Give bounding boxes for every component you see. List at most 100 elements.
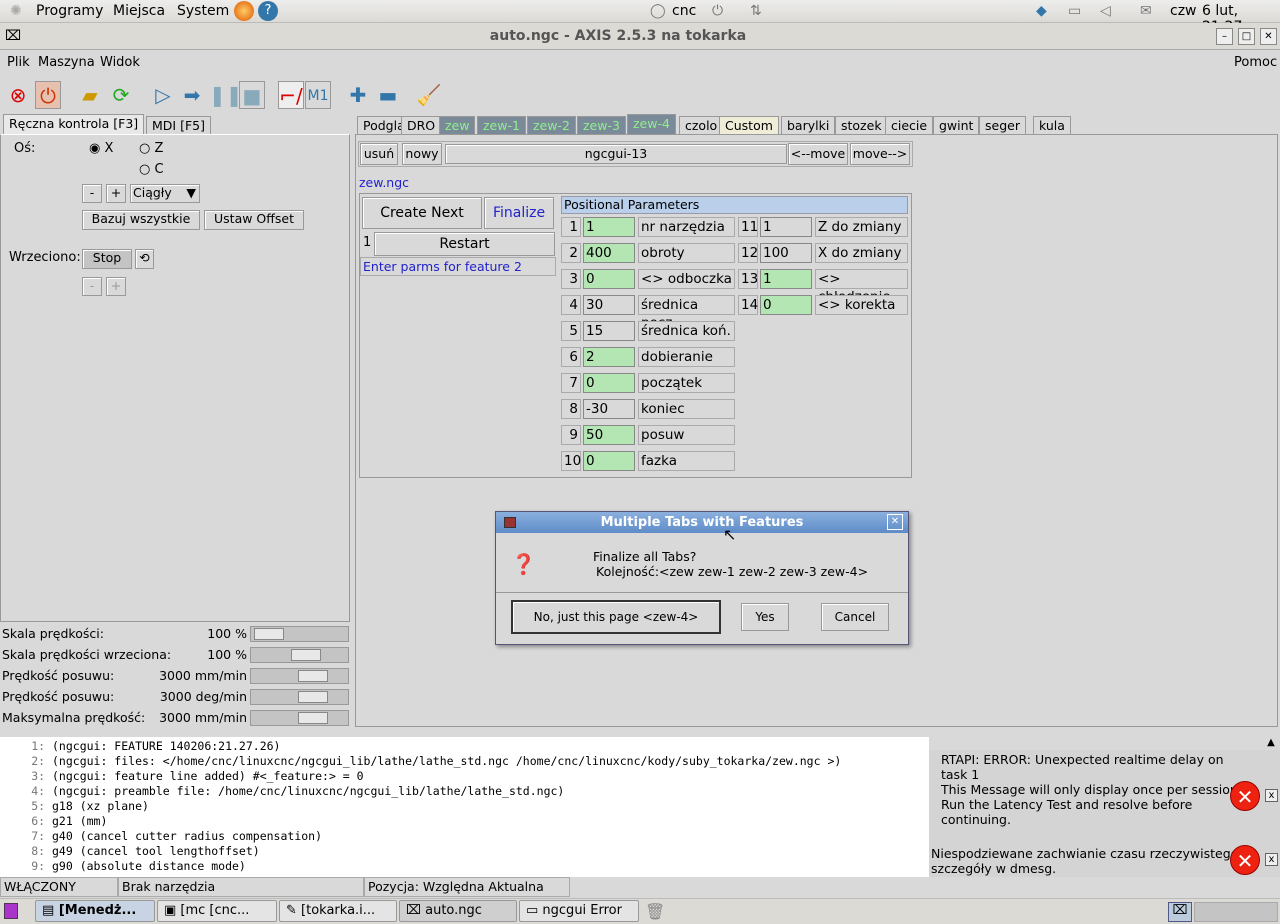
- restart-button[interactable]: Restart: [374, 232, 555, 256]
- show-desktop-icon[interactable]: [4, 903, 18, 919]
- error-dismiss-button[interactable]: x: [1265, 789, 1278, 802]
- menu-maszyna[interactable]: Maszyna: [38, 55, 95, 70]
- spindle-plus-button[interactable]: +: [106, 277, 126, 296]
- create-next-button[interactable]: Create Next: [362, 197, 482, 229]
- power-icon[interactable]: ⏻: [35, 81, 61, 109]
- network-icon[interactable]: ⇅: [750, 3, 762, 19]
- block-delete-icon[interactable]: ⌐/: [278, 81, 304, 109]
- axis-x-radio[interactable]: ◉ X: [89, 141, 113, 156]
- menu-pomoc[interactable]: Pomoc: [1234, 55, 1277, 70]
- override-slider[interactable]: [250, 626, 349, 642]
- help-icon[interactable]: ?: [258, 1, 278, 21]
- yes-button[interactable]: Yes: [741, 603, 789, 631]
- update-icon[interactable]: ◆: [1036, 3, 1047, 19]
- param-value-input[interactable]: 50: [583, 425, 635, 445]
- menu-widok[interactable]: Widok: [100, 55, 140, 70]
- param-value-input[interactable]: -30: [583, 399, 635, 419]
- slider-handle[interactable]: [291, 649, 322, 661]
- dialog-close-button[interactable]: ✕: [887, 514, 903, 530]
- home-all-button[interactable]: Bazuj wszystkie: [82, 210, 200, 230]
- reload-icon[interactable]: ⟳: [108, 81, 134, 109]
- jog-minus-button[interactable]: -: [82, 184, 102, 203]
- finalize-button[interactable]: Finalize: [484, 197, 554, 229]
- axis-z-radio[interactable]: ○ Z: [139, 141, 163, 156]
- display-icon[interactable]: ▭: [1068, 3, 1081, 19]
- tab-kula[interactable]: kula: [1033, 116, 1071, 134]
- feature-name-field[interactable]: ngcgui-13: [445, 144, 787, 164]
- tab-zew-4[interactable]: zew-4: [627, 114, 676, 135]
- slider-handle[interactable]: [297, 691, 328, 703]
- pause-icon[interactable]: ❚❚: [209, 81, 243, 109]
- zoom-in-icon[interactable]: ✚: [345, 81, 371, 109]
- override-slider[interactable]: [250, 689, 349, 705]
- run-icon[interactable]: ▷: [150, 81, 176, 109]
- override-slider[interactable]: [250, 710, 349, 726]
- spindle-stop-button[interactable]: Stop: [82, 249, 132, 269]
- move-right-button[interactable]: move-->: [850, 143, 910, 165]
- tab-zew-1[interactable]: zew-1: [477, 116, 526, 134]
- tab-stozek[interactable]: stozek: [835, 116, 888, 134]
- menu-plik[interactable]: Plik: [7, 55, 30, 70]
- workspace-switcher[interactable]: [1194, 902, 1278, 922]
- tab-ciecie[interactable]: ciecie: [885, 116, 934, 134]
- param-value-input[interactable]: 30: [583, 295, 635, 315]
- param-value-input[interactable]: 1: [583, 217, 635, 237]
- tab-czolo[interactable]: czolo: [679, 116, 724, 134]
- task-terminal[interactable]: ▣ [mc [cnc...: [157, 900, 277, 922]
- param-value-input[interactable]: 1: [760, 217, 812, 237]
- tab-zew[interactable]: zew: [439, 116, 476, 134]
- override-slider[interactable]: [250, 647, 349, 663]
- optional-stop-icon[interactable]: M1: [305, 81, 331, 109]
- workspace-1[interactable]: ⌧: [1168, 902, 1192, 922]
- step-icon[interactable]: ➡: [179, 81, 205, 109]
- menu-programy[interactable]: Programy: [36, 3, 103, 19]
- param-value-input[interactable]: 15: [583, 321, 635, 341]
- mail-icon[interactable]: ✉: [1140, 3, 1152, 19]
- param-value-input[interactable]: 0: [583, 451, 635, 471]
- clear-icon[interactable]: 🧹: [416, 81, 442, 109]
- tab-zew-3[interactable]: zew-3: [577, 116, 626, 134]
- move-left-button[interactable]: <--move: [788, 143, 848, 165]
- cancel-button[interactable]: Cancel: [821, 603, 889, 631]
- jog-plus-button[interactable]: +: [106, 184, 126, 203]
- task-editor[interactable]: ✎ [tokarka.i...: [279, 900, 397, 922]
- trash-icon[interactable]: 🗑: [645, 902, 665, 921]
- jog-mode-select[interactable]: Ciągły ▼: [130, 184, 200, 203]
- tab-mdi[interactable]: MDI [F5]: [146, 116, 211, 134]
- scroll-up-icon[interactable]: ▲: [1264, 737, 1278, 751]
- spindle-minus-button[interactable]: -: [82, 277, 102, 296]
- param-value-input[interactable]: 100: [760, 243, 812, 263]
- tab-dro[interactable]: DRO: [401, 116, 442, 134]
- clock-day[interactable]: czw: [1170, 3, 1197, 19]
- estop-icon[interactable]: ⊗: [5, 81, 31, 109]
- slider-handle[interactable]: [297, 670, 328, 682]
- volume-icon[interactable]: ◁: [1100, 3, 1111, 19]
- open-icon[interactable]: ▰: [77, 81, 103, 109]
- gcode-listing[interactable]: 1: (ngcgui: FEATURE 140206:21.27.26) 2: (…: [0, 737, 929, 877]
- error-dismiss-button[interactable]: x: [1265, 853, 1278, 866]
- tab-zew-2[interactable]: zew-2: [527, 116, 576, 134]
- set-offset-button[interactable]: Ustaw Offset: [204, 210, 304, 230]
- axis-c-radio[interactable]: ○ C: [139, 162, 164, 177]
- slider-handle[interactable]: [297, 712, 328, 724]
- host-name[interactable]: cnc: [672, 3, 696, 19]
- maximize-button[interactable]: □: [1238, 28, 1255, 45]
- override-slider[interactable]: [250, 668, 349, 684]
- zoom-out-icon[interactable]: ▬: [375, 81, 401, 109]
- task-ngcgui-error[interactable]: ▭ ngcgui Error: [519, 900, 639, 922]
- param-value-input[interactable]: 0: [583, 269, 635, 289]
- delete-button[interactable]: usuń: [360, 143, 398, 165]
- spindle-brake-icon[interactable]: ⟲: [135, 249, 154, 269]
- power-icon[interactable]: ⏻: [712, 3, 723, 19]
- param-value-input[interactable]: 0: [583, 373, 635, 393]
- no-this-page-button[interactable]: No, just this page <zew-4>: [511, 600, 721, 634]
- minimize-button[interactable]: –: [1216, 28, 1233, 45]
- slider-handle[interactable]: [254, 628, 285, 640]
- param-value-input[interactable]: 2: [583, 347, 635, 367]
- stop-icon[interactable]: ■: [239, 81, 265, 109]
- task-axis[interactable]: ⌧ auto.ngc: [399, 900, 517, 922]
- tab-seger[interactable]: seger: [979, 116, 1026, 134]
- param-value-input[interactable]: 0: [760, 295, 812, 315]
- param-value-input[interactable]: 400: [583, 243, 635, 263]
- new-button[interactable]: nowy: [402, 143, 442, 165]
